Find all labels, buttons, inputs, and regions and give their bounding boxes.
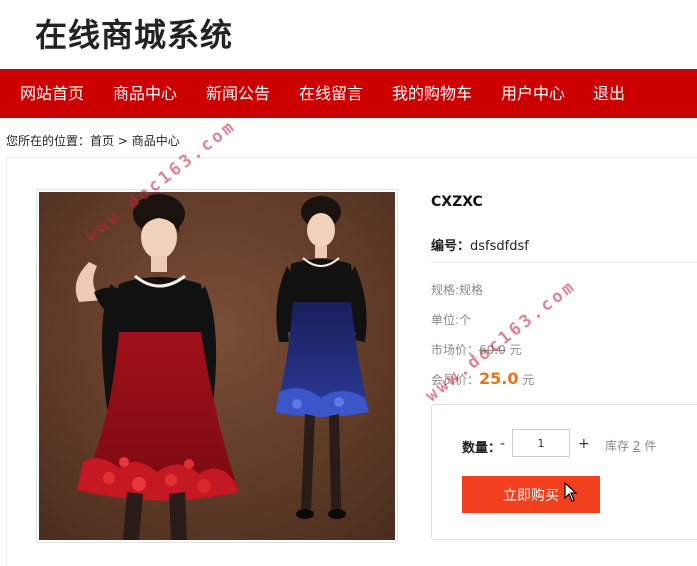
nav-home[interactable]: 网站首页 xyxy=(20,69,84,118)
stock-info: 库存 2 件 xyxy=(605,437,656,454)
nav-products[interactable]: 商品中心 xyxy=(113,69,177,118)
breadcrumb-separator: > xyxy=(114,134,132,148)
breadcrumb-prefix: 您所在的位置： xyxy=(6,134,91,148)
quantity-input[interactable] xyxy=(512,429,570,457)
info-divider xyxy=(431,262,697,263)
nav-user-center[interactable]: 用户中心 xyxy=(501,69,565,118)
nav-messages[interactable]: 在线留言 xyxy=(299,69,363,118)
product-code-label: 编号： xyxy=(431,239,471,254)
nav-cart[interactable]: 我的购物车 xyxy=(392,69,472,118)
spec-value: 规格 xyxy=(459,283,484,297)
nav-logout[interactable]: 退出 xyxy=(593,69,625,118)
member-price-value: 25.0 xyxy=(479,369,519,388)
main-navbar: 网站首页 商品中心 新闻公告 在线留言 我的购物车 用户中心 退出 xyxy=(0,69,697,118)
product-unit: 单位:个 xyxy=(431,311,471,328)
quantity-increase-button[interactable]: + xyxy=(578,436,590,452)
breadcrumb-current[interactable]: 商品中心 xyxy=(132,134,180,148)
spec-label: 规格: xyxy=(431,283,460,297)
quantity-decrease-button[interactable]: - xyxy=(500,436,505,452)
breadcrumb-home-link[interactable]: 首页 xyxy=(90,134,114,148)
unit-value: 个 xyxy=(459,313,472,327)
product-name: CXZXC xyxy=(431,194,483,210)
stock-label: 库存 xyxy=(605,439,630,453)
stock-unit: 件 xyxy=(644,439,657,453)
unit-label: 单位: xyxy=(431,313,460,327)
site-title: 在线商城系统 xyxy=(35,16,234,54)
product-spec: 规格:规格 xyxy=(431,281,483,298)
mouse-cursor-icon xyxy=(564,482,578,502)
product-code-value: dsfsdfdsf xyxy=(470,239,529,254)
member-price-unit: 元 xyxy=(522,373,535,387)
breadcrumb: 您所在的位置：首页 > 商品中心 xyxy=(6,132,180,149)
purchase-box xyxy=(431,404,697,540)
stock-count: 2 xyxy=(632,439,641,453)
nav-news[interactable]: 新闻公告 xyxy=(206,69,270,118)
product-code: 编号：dsfsdfdsf xyxy=(431,235,529,254)
buy-now-button[interactable]: 立即购买 xyxy=(462,476,600,513)
quantity-label: 数量： xyxy=(462,441,502,456)
